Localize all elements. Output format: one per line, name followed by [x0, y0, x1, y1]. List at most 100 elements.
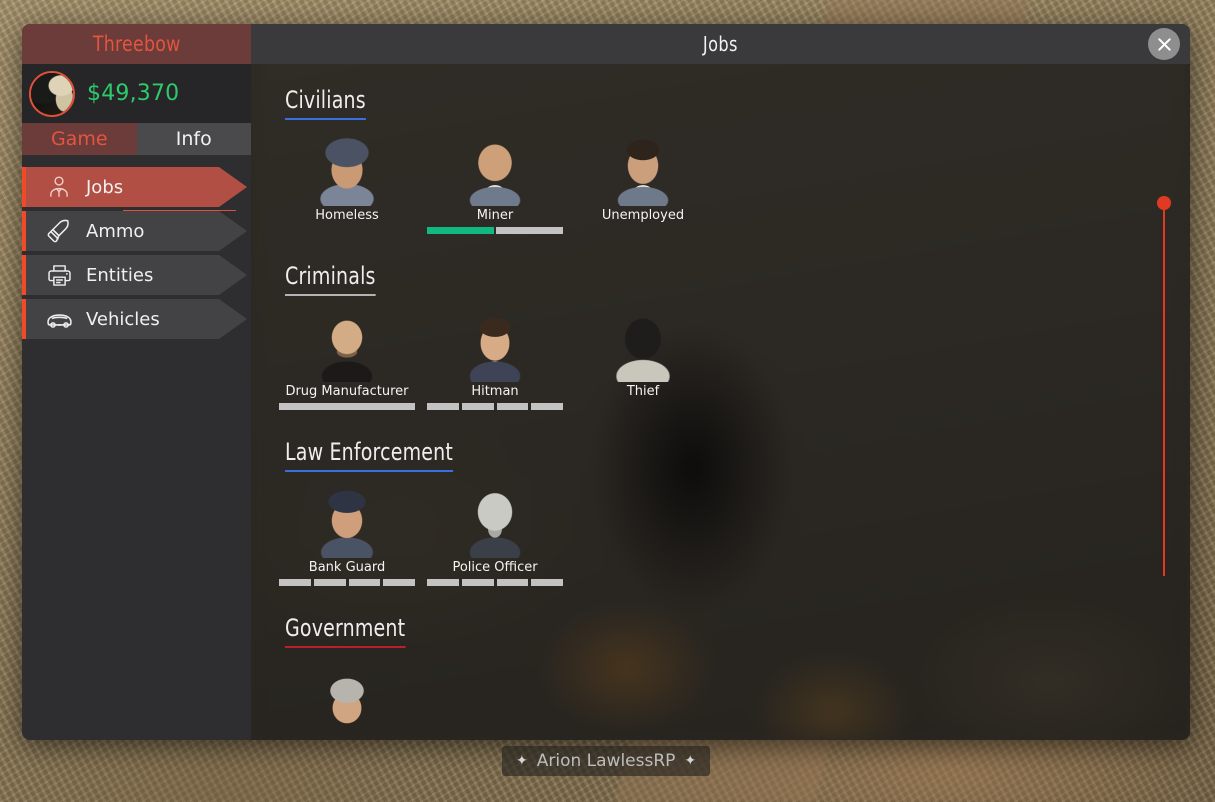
portrait-image	[311, 662, 383, 734]
bar-segment	[496, 403, 529, 410]
bar-segment	[496, 579, 529, 586]
portrait-image	[311, 310, 383, 382]
jobs-scroll-area[interactable]: Civilians Homeless Miner Unemployed Criminal…	[251, 64, 1190, 740]
job-slot-bar	[427, 403, 563, 410]
job-row	[251, 662, 1190, 740]
job-portrait	[459, 134, 531, 206]
job-row: Bank Guard Police Officer	[251, 486, 1190, 586]
job-portrait	[459, 310, 531, 382]
avatar	[29, 70, 75, 117]
printer-icon	[42, 260, 76, 290]
portrait-image	[607, 310, 679, 382]
job-card[interactable]: Homeless	[273, 134, 421, 234]
job-name: Drug Manufacturer	[285, 384, 409, 399]
job-name: Miner	[476, 208, 514, 223]
bar-segment	[313, 579, 346, 586]
close-icon[interactable]	[1148, 28, 1180, 60]
content-panel: Jobs Civilians Homeless Miner Unemployed Cri…	[251, 24, 1190, 740]
portrait-image	[311, 134, 383, 206]
content-header: Jobs	[251, 24, 1190, 64]
scrollbar-track	[1163, 204, 1165, 576]
sidebar-item-label: Ammo	[86, 220, 145, 242]
player-name: Threebow	[92, 32, 181, 56]
tab-game[interactable]: Game	[22, 123, 137, 155]
job-portrait	[311, 486, 383, 558]
nav-accent-bar	[22, 167, 26, 207]
job-slot-bar	[427, 579, 563, 586]
job-name: Hitman	[471, 384, 519, 399]
sidebar-header: Threebow	[22, 24, 251, 64]
sparkle-icon-left: ✦	[516, 753, 528, 769]
job-card[interactable]	[273, 662, 421, 740]
job-card[interactable]: Miner	[421, 134, 569, 234]
sidebar: Threebow $49,370 Game Info Jobs Ammo Ent…	[22, 24, 251, 740]
bar-segment	[427, 227, 494, 234]
job-card[interactable]: Drug Manufacturer	[273, 310, 421, 410]
bar-segment	[279, 403, 415, 410]
server-watermark: ✦ Arion LawlessRP ✦	[502, 746, 711, 776]
sidebar-item-label: Entities	[86, 264, 154, 286]
bar-segment	[531, 579, 563, 586]
job-section: Law Enforcement Bank Guard Police Officer	[251, 438, 1190, 586]
player-profile: $49,370	[22, 64, 251, 123]
job-name: Thief	[626, 384, 660, 399]
sidebar-item-entities[interactable]: Entities	[22, 255, 247, 295]
bar-segment	[461, 579, 494, 586]
job-name: Unemployed	[601, 208, 685, 223]
job-row: Drug Manufacturer Hitman Thief	[251, 310, 1190, 410]
job-slot-bar	[427, 227, 563, 234]
job-section: Government	[251, 614, 1190, 740]
job-name: Police Officer	[452, 560, 538, 575]
nav-accent-bar	[22, 299, 26, 339]
nav-accent-bar	[22, 211, 26, 251]
job-name: Bank Guard	[308, 560, 386, 575]
person-tie-icon	[42, 172, 76, 202]
portrait-image	[311, 486, 383, 558]
nav-accent-bar	[22, 255, 26, 295]
bar-segment	[461, 403, 494, 410]
page-title: Jobs	[703, 32, 738, 56]
nav-active-underline	[123, 209, 236, 211]
job-card[interactable]: Thief	[569, 310, 717, 410]
scrollbar-thumb[interactable]	[1157, 196, 1171, 210]
job-section: Criminals Drug Manufacturer Hitman Thief	[251, 262, 1190, 410]
sidebar-item-vehicles[interactable]: Vehicles	[22, 299, 247, 339]
job-portrait	[311, 662, 383, 734]
bar-segment	[496, 227, 563, 234]
portrait-image	[607, 134, 679, 206]
sidebar-item-label: Vehicles	[86, 308, 160, 330]
sidebar-item-jobs[interactable]: Jobs	[22, 167, 247, 211]
sidebar-item-label: Jobs	[86, 176, 124, 198]
bar-segment	[427, 403, 459, 410]
section-title: Criminals	[285, 262, 376, 296]
bar-segment	[383, 579, 415, 586]
sidebar-item-ammo[interactable]: Ammo	[22, 211, 247, 251]
job-section: Civilians Homeless Miner Unemployed	[251, 86, 1190, 234]
jobs-window: Threebow $49,370 Game Info Jobs Ammo Ent…	[22, 24, 1190, 740]
section-title: Government	[285, 614, 406, 648]
watermark-text: Arion LawlessRP	[536, 751, 676, 771]
portrait-image	[459, 486, 531, 558]
tab-info[interactable]: Info	[136, 123, 251, 155]
job-card[interactable]: Bank Guard	[273, 486, 421, 586]
bar-segment	[531, 403, 563, 410]
bullet-icon	[42, 216, 76, 246]
bar-segment	[427, 579, 459, 586]
job-card[interactable]: Hitman	[421, 310, 569, 410]
section-title: Civilians	[285, 86, 366, 120]
vertical-scrollbar[interactable]	[1157, 196, 1171, 576]
bar-segment	[279, 579, 311, 586]
job-row: Homeless Miner Unemployed	[251, 134, 1190, 234]
job-card[interactable]: Police Officer	[421, 486, 569, 586]
money-balance: $49,370	[87, 81, 180, 106]
job-name: Homeless	[315, 208, 379, 223]
job-portrait	[607, 134, 679, 206]
job-portrait	[459, 486, 531, 558]
sidebar-nav: Jobs Ammo Entities Vehicles	[22, 155, 251, 740]
job-portrait	[607, 310, 679, 382]
job-slot-bar	[279, 403, 415, 410]
job-portrait	[311, 134, 383, 206]
portrait-image	[459, 134, 531, 206]
portrait-image	[459, 310, 531, 382]
job-card[interactable]: Unemployed	[569, 134, 717, 234]
